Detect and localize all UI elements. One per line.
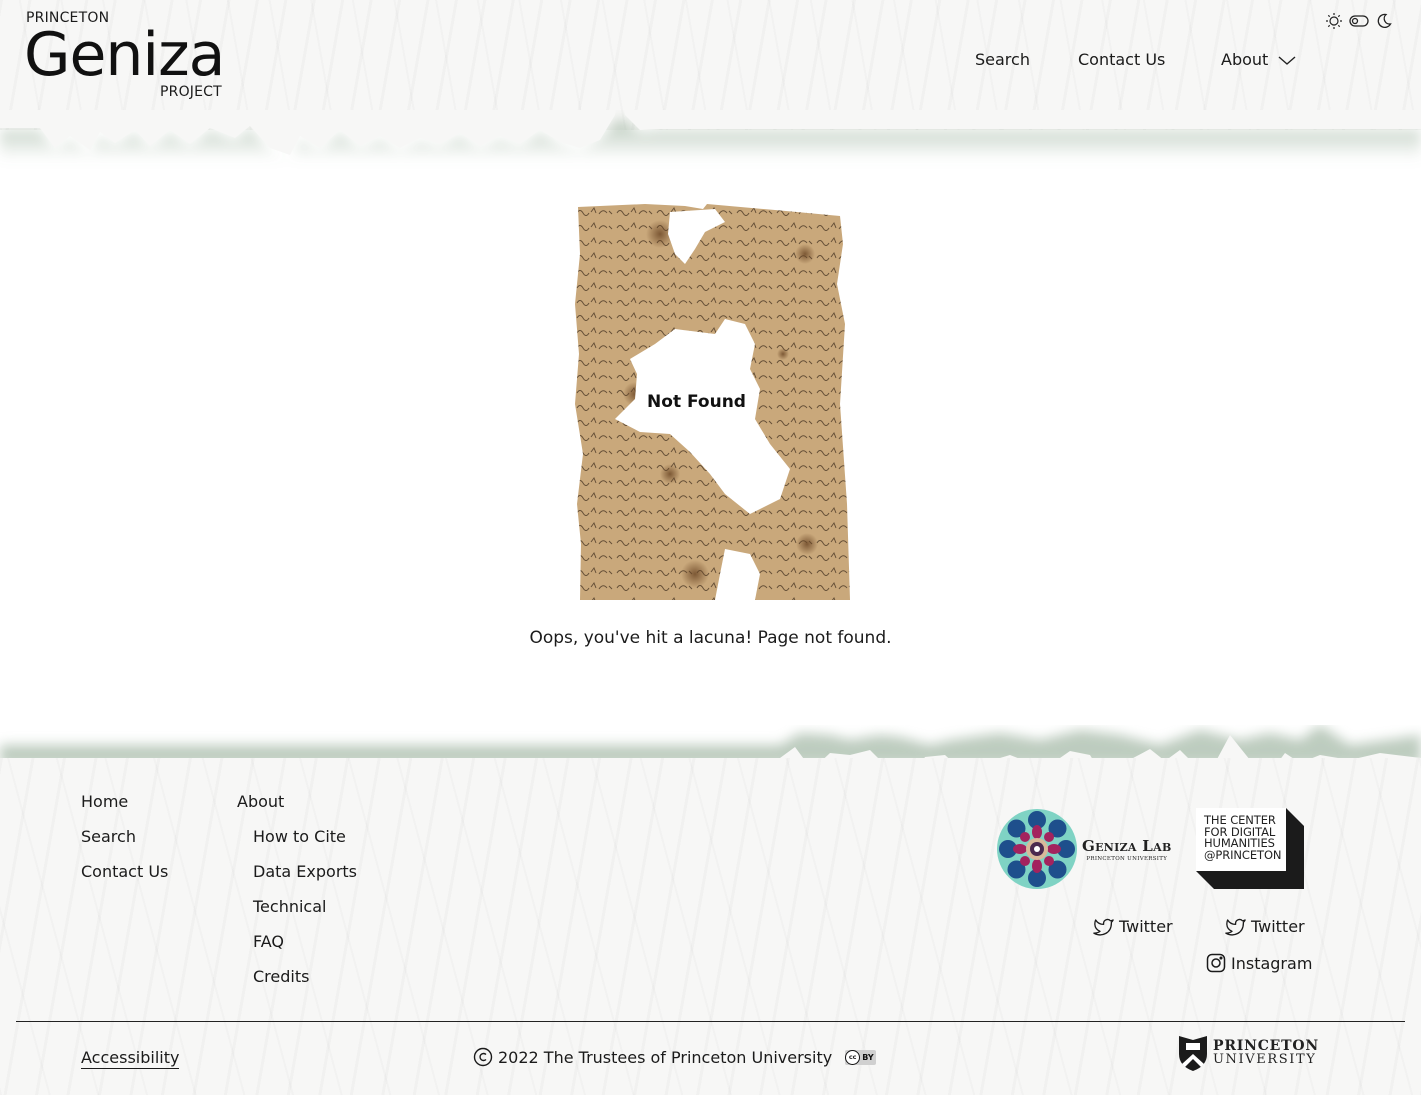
geniza-lab-rosette-icon — [997, 809, 1077, 889]
by-label: BY — [862, 1052, 874, 1062]
instagram-icon — [1206, 953, 1226, 973]
cdh-instagram-link[interactable]: Instagram — [1206, 953, 1312, 973]
princeton-university-logo[interactable]: PRINCETON UNIVERSITY — [1178, 1034, 1319, 1072]
cdh-twitter-link[interactable]: Twitter — [1225, 917, 1305, 936]
geniza-lab-twitter-link[interactable]: Twitter — [1093, 917, 1173, 936]
princeton-line1: PRINCETON — [1213, 1038, 1319, 1054]
header-torn-edge — [0, 110, 1421, 160]
geniza-lab-logo[interactable]: Geniza Lab PRINCETON UNIVERSITY — [996, 808, 1176, 890]
nav-search[interactable]: Search — [975, 50, 1030, 69]
site-logo[interactable]: PRINCETON Geniza PROJECT — [24, 10, 226, 102]
accessibility-link[interactable]: Accessibility — [81, 1048, 180, 1069]
geniza-lab-subtitle: PRINCETON UNIVERSITY — [1086, 855, 1168, 862]
theme-toggle[interactable] — [1325, 12, 1393, 30]
copyright-text: 2022 The Trustees of Princeton Universit… — [498, 1047, 833, 1067]
footer-link-about[interactable]: About — [237, 792, 284, 811]
footer-link-how-to-cite[interactable]: How to Cite — [253, 827, 346, 846]
copyright: 2022 The Trustees of Princeton Universit… — [473, 1047, 876, 1067]
twitter-icon — [1225, 918, 1246, 935]
cdh-line: @PRINCETON — [1204, 847, 1282, 862]
chevron-down-icon — [1278, 55, 1296, 65]
cc-by-license-badge[interactable]: cc BY — [845, 1049, 876, 1065]
footer-link-search[interactable]: Search — [81, 827, 136, 846]
nav-about-dropdown[interactable]: About — [1221, 50, 1296, 69]
not-found-message: Oops, you've hit a lacuna! Page not foun… — [529, 628, 892, 648]
instagram-label: Instagram — [1231, 953, 1313, 973]
footer-link-home[interactable]: Home — [81, 792, 128, 811]
logo-project: PROJECT — [160, 84, 222, 100]
main-content: Not Found Oops, you've hit a lacuna! Pag… — [0, 170, 1421, 730]
nav-about-label: About — [1221, 50, 1269, 69]
sun-icon[interactable] — [1325, 12, 1343, 30]
geniza-lab-title: Geniza Lab — [1082, 836, 1172, 855]
twitter-label: Twitter — [1251, 917, 1305, 936]
logo-geniza: Geniza — [24, 20, 225, 90]
cc-icon: cc — [845, 1049, 861, 1065]
footer-link-credits[interactable]: Credits — [253, 967, 309, 986]
footer-link-contact-us[interactable]: Contact Us — [81, 862, 168, 881]
cdh-logo-text: THE CENTER FOR DIGITAL HUMANITIES @PRINC… — [1204, 814, 1282, 862]
princeton-shield-icon — [1179, 1036, 1207, 1071]
twitter-icon — [1093, 918, 1114, 935]
twitter-label: Twitter — [1119, 917, 1173, 936]
toggle-icon[interactable] — [1349, 14, 1369, 28]
footer-link-technical[interactable]: Technical — [253, 897, 326, 916]
not-found-title: Not Found — [647, 392, 746, 412]
cdh-logo[interactable]: THE CENTER FOR DIGITAL HUMANITIES @PRINC… — [1196, 808, 1304, 889]
nav-contact-us[interactable]: Contact Us — [1078, 50, 1165, 69]
moon-icon[interactable] — [1375, 12, 1393, 30]
footer-link-data-exports[interactable]: Data Exports — [253, 862, 357, 881]
copyright-icon — [473, 1047, 493, 1067]
footer-link-faq[interactable]: FAQ — [253, 932, 284, 951]
princeton-line2: UNIVERSITY — [1213, 1052, 1317, 1067]
footer-divider — [16, 1021, 1405, 1022]
